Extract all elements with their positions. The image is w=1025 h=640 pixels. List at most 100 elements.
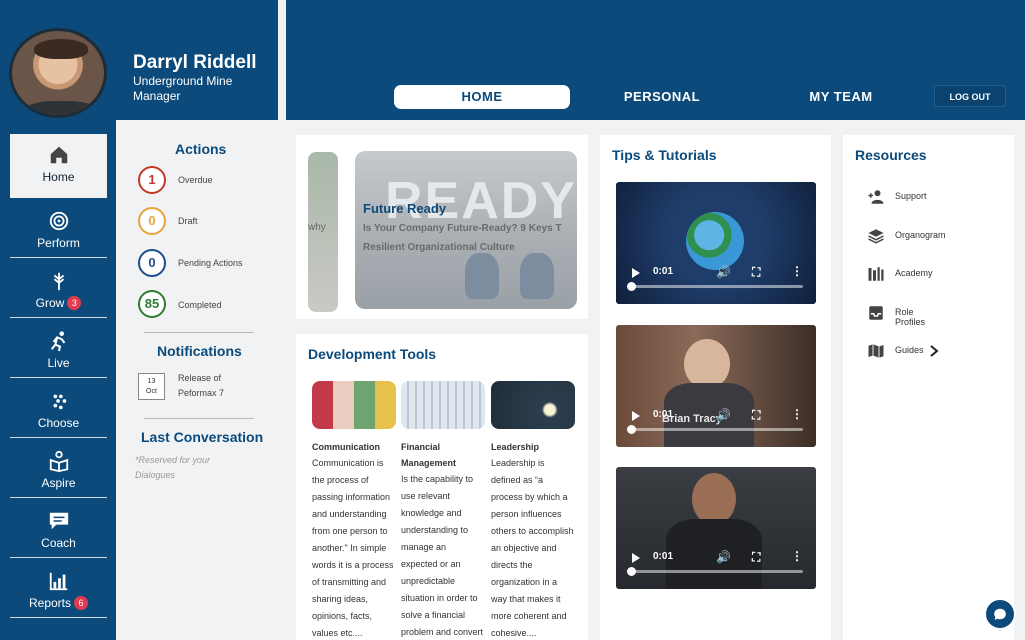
tool-name: Leadership bbox=[491, 442, 540, 452]
video-player-1[interactable]: 0:01 🔊 ⛶ ⋮ bbox=[616, 182, 816, 304]
fullscreen-icon[interactable]: ⛶ bbox=[752, 408, 760, 423]
sidebar-item-perform[interactable]: Perform bbox=[10, 200, 107, 258]
bar-chart-icon bbox=[49, 572, 67, 591]
previous-slide-text: why bbox=[308, 222, 326, 233]
tool-financial-management[interactable]: Financial Management Is the capability t… bbox=[401, 381, 485, 640]
banner-shoe bbox=[520, 253, 554, 299]
logout-button[interactable]: LOG OUT bbox=[934, 85, 1006, 107]
layers-icon bbox=[868, 229, 884, 244]
video-player-3[interactable]: 0:01 🔊 ⛶ ⋮ bbox=[616, 467, 816, 589]
resource-label: Academy bbox=[895, 268, 933, 278]
completed-label: Completed bbox=[178, 300, 222, 310]
video-player-2[interactable]: Brian Tracy 0:01 🔊 ⛶ ⋮ bbox=[616, 325, 816, 447]
tool-description: Is the capability to use relevant knowle… bbox=[401, 474, 484, 637]
actions-panel: Actions 1 Overdue 0 Draft 0 Pending Acti… bbox=[116, 120, 278, 640]
home-icon bbox=[50, 146, 67, 164]
play-icon[interactable] bbox=[632, 411, 640, 421]
reports-badge: 6 bbox=[74, 596, 89, 610]
fullscreen-icon[interactable]: ⛶ bbox=[752, 265, 760, 280]
video-progress-bar[interactable] bbox=[627, 567, 803, 576]
volume-icon[interactable]: 🔊 bbox=[716, 550, 731, 564]
tab-my-team[interactable]: MY TEAM bbox=[791, 85, 891, 109]
completed-count[interactable]: 85 bbox=[138, 290, 166, 318]
overdue-label: Overdue bbox=[178, 175, 213, 185]
tab-home[interactable]: HOME bbox=[394, 85, 570, 109]
sidebar-item-grow[interactable]: Grow 3 bbox=[10, 260, 107, 318]
sidebar-item-label: Choose bbox=[37, 416, 80, 430]
divider bbox=[144, 418, 254, 419]
video-progress-bar[interactable] bbox=[627, 425, 803, 434]
sidebar-item-aspire[interactable]: Aspire bbox=[10, 440, 107, 498]
resource-label: Role Profiles bbox=[895, 307, 926, 327]
grow-badge: 3 bbox=[67, 296, 82, 310]
resources-card: Resources Support Organogram Academy Rol… bbox=[843, 135, 1014, 640]
volume-icon[interactable]: 🔊 bbox=[716, 408, 731, 422]
chevron-right-icon[interactable] bbox=[929, 345, 939, 357]
play-icon[interactable] bbox=[632, 553, 640, 563]
sidebar-item-label: Live bbox=[47, 356, 70, 370]
profile-header: Darryl Riddell Underground Mine Manager bbox=[0, 0, 278, 120]
video-controls: 0:01 🔊 ⛶ ⋮ bbox=[628, 407, 808, 425]
video-time: 0:01 bbox=[653, 266, 674, 277]
books-icon bbox=[868, 267, 884, 281]
video-progress-bar[interactable] bbox=[627, 282, 803, 291]
play-icon[interactable] bbox=[632, 268, 640, 278]
progress-knob[interactable] bbox=[627, 282, 636, 291]
sidebar-item-label: Aspire bbox=[41, 476, 76, 490]
pending-count[interactable]: 0 bbox=[138, 249, 166, 277]
sidebar-item-choose[interactable]: Choose bbox=[10, 380, 107, 438]
chat-launcher-button[interactable] bbox=[984, 598, 1016, 630]
video-controls: 0:01 🔊 ⛶ ⋮ bbox=[628, 549, 808, 567]
calendar-month: Oct bbox=[146, 388, 157, 395]
video-time: 0:01 bbox=[653, 551, 674, 562]
overdue-count[interactable]: 1 bbox=[138, 166, 166, 194]
last-conversation-title: Last Conversation bbox=[141, 429, 264, 445]
volume-icon[interactable]: 🔊 bbox=[716, 265, 731, 279]
sidebar-item-reports[interactable]: Reports 6 bbox=[10, 560, 107, 618]
development-tools-title: Development Tools bbox=[308, 346, 437, 362]
avatar[interactable] bbox=[9, 28, 107, 118]
sidebar-item-coach[interactable]: Coach bbox=[10, 500, 107, 558]
tool-name: Communication bbox=[312, 442, 381, 452]
tips-title: Tips & Tutorials bbox=[612, 147, 717, 163]
sidebar-item-label: Reports bbox=[28, 596, 72, 610]
tool-communication[interactable]: Communication Communication is the proce… bbox=[312, 381, 396, 640]
notifications-title: Notifications bbox=[157, 343, 242, 359]
development-tools-card: Development Tools Communication Communic… bbox=[296, 334, 588, 640]
person-add-icon bbox=[868, 190, 884, 204]
calendar-icon: 13 Oct bbox=[138, 373, 165, 400]
sidebar-item-live[interactable]: Live bbox=[10, 320, 107, 378]
more-options-icon[interactable]: ⋮ bbox=[791, 407, 803, 421]
banner-title: Future Ready bbox=[363, 201, 447, 216]
financial-thumbnail bbox=[401, 381, 485, 429]
tool-description: Leadership is defined as “a process by w… bbox=[491, 458, 574, 638]
more-options-icon[interactable]: ⋮ bbox=[791, 264, 803, 278]
resources-title: Resources bbox=[855, 147, 927, 163]
banner-shoe bbox=[465, 253, 499, 299]
pending-label: Pending Actions bbox=[178, 258, 243, 268]
sidebar-item-home[interactable]: Home bbox=[10, 134, 107, 198]
draft-count[interactable]: 0 bbox=[138, 207, 166, 235]
tool-leadership[interactable]: Leadership Leadership is defined as “a p… bbox=[491, 381, 575, 640]
featured-slide[interactable]: READY Future Ready Is Your Company Futur… bbox=[355, 151, 577, 309]
globe-image bbox=[686, 212, 744, 270]
app-page: Darryl Riddell Underground Mine Manager … bbox=[0, 0, 1025, 640]
fullscreen-icon[interactable]: ⛶ bbox=[752, 550, 760, 565]
avatar-hair bbox=[34, 39, 88, 59]
previous-slide[interactable]: why bbox=[308, 152, 338, 312]
runner-icon bbox=[50, 331, 65, 352]
progress-knob[interactable] bbox=[627, 567, 636, 576]
tab-personal[interactable]: PERSONAL bbox=[612, 85, 712, 109]
news-banner-card: why READY Future Ready Is Your Company F… bbox=[296, 135, 588, 319]
map-icon bbox=[868, 344, 884, 358]
progress-knob[interactable] bbox=[627, 425, 636, 434]
sidebar-item-label: Coach bbox=[41, 536, 76, 550]
sidebar-item-label: Grow bbox=[35, 296, 65, 310]
more-options-icon[interactable]: ⋮ bbox=[791, 549, 803, 563]
wheat-icon bbox=[53, 272, 64, 291]
chat-icon bbox=[994, 608, 1006, 620]
video-controls: 0:01 🔊 ⛶ ⋮ bbox=[628, 264, 808, 282]
notification-item[interactable]: Release of Peformax 7 bbox=[178, 371, 258, 401]
speaker-face bbox=[692, 473, 736, 525]
avatar-shirt bbox=[22, 101, 100, 115]
